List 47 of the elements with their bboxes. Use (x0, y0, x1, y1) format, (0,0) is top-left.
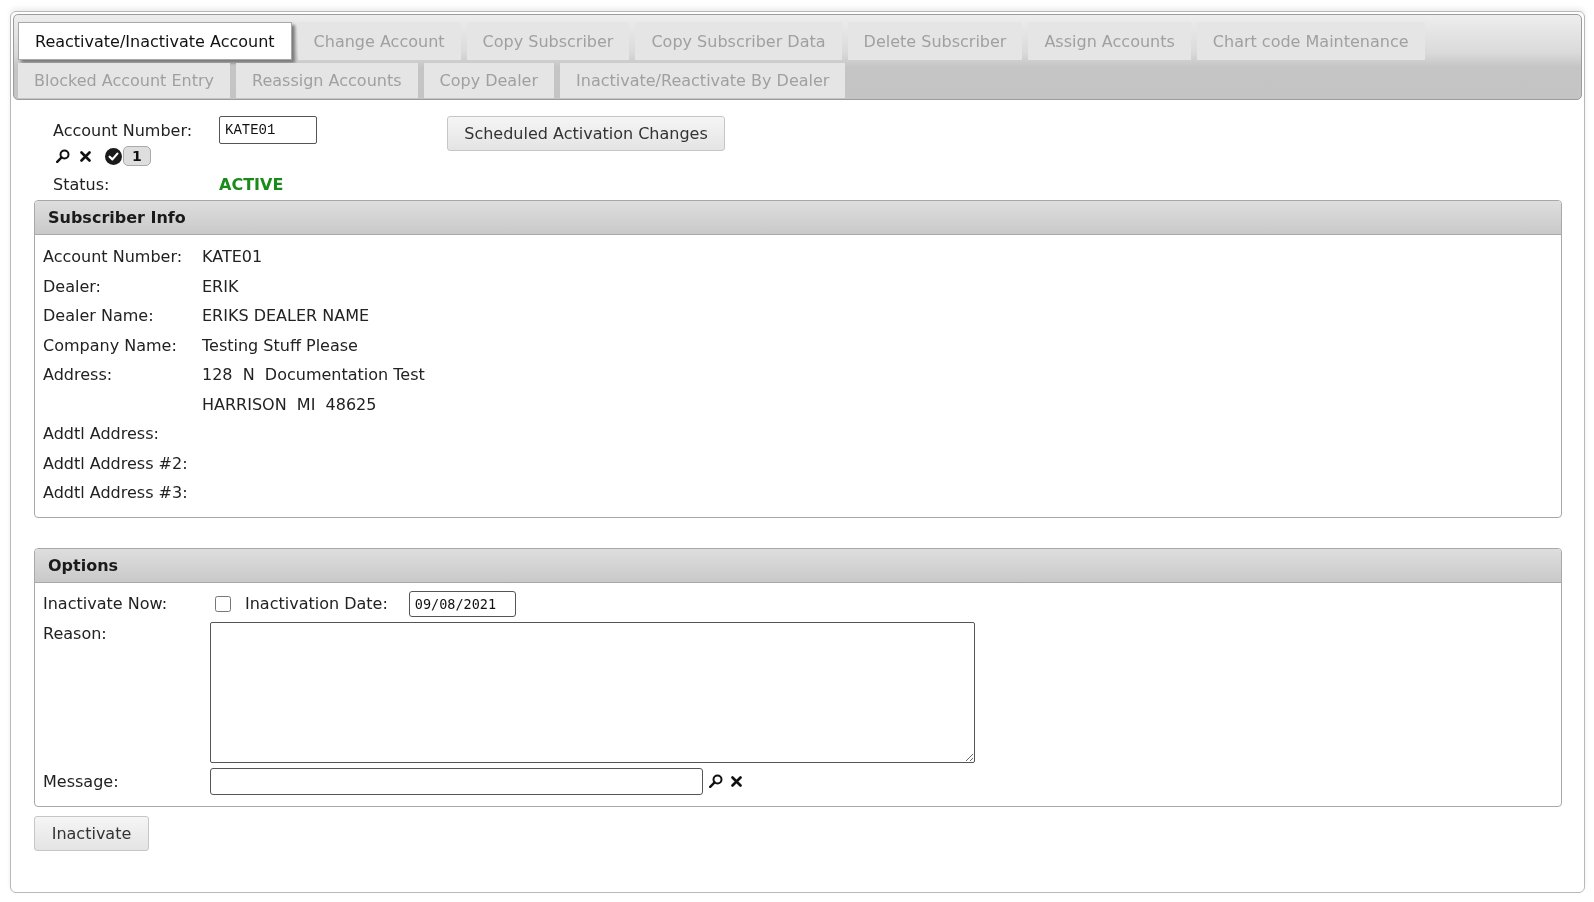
clear-icon[interactable] (731, 775, 742, 787)
status-value: ACTIVE (219, 174, 284, 194)
field-label: Inactivation Date: (245, 594, 388, 613)
panel-title: Subscriber Info (35, 201, 1561, 235)
field-value: KATE01 (202, 247, 263, 267)
tab[interactable]: Chart code Maintenance (1196, 22, 1425, 60)
panel-title: Options (35, 548, 1561, 583)
account-number-input[interactable]: KATE01 (219, 116, 317, 144)
field-label: Addtl Address: (43, 424, 159, 444)
tab[interactable]: Blocked Account Entry (18, 63, 231, 98)
field-label: Account Number: (53, 120, 194, 140)
message-input[interactable] (210, 767, 703, 795)
field-label: Addtl Address #3: (43, 483, 188, 503)
check-circle-icon[interactable] (105, 147, 122, 165)
inactivate-button[interactable]: Inactivate (34, 815, 149, 851)
field-label: Address: (43, 365, 113, 385)
reason-field[interactable] (210, 621, 975, 763)
field-label: Status: (53, 174, 111, 194)
field-label: Dealer: (43, 276, 101, 296)
field-value: 128 N Documentation Test (202, 365, 425, 385)
field-value: ERIKS DEALER NAME (202, 306, 370, 326)
field-label: Message: (43, 771, 120, 791)
field-label: Account Number: (43, 247, 183, 267)
tab[interactable]: Copy Subscriber (466, 22, 630, 60)
tab[interactable]: Copy Subscriber Data (635, 22, 842, 60)
count-badge: 1 (123, 146, 151, 166)
tab[interactable]: Reactivate/Inactivate Account (18, 22, 292, 60)
search-icon[interactable] (709, 774, 723, 788)
scheduled-changes-button[interactable]: Scheduled Activation Changes (447, 116, 725, 151)
search-icon[interactable] (56, 149, 70, 163)
tab[interactable]: Reassign Accounts (236, 63, 418, 98)
field-value: HARRISON MI 48625 (202, 394, 377, 414)
tab[interactable]: Copy Dealer (423, 63, 555, 98)
tab[interactable]: Assign Accounts (1028, 22, 1191, 60)
field-value: ERIK (202, 276, 239, 296)
date-input[interactable]: 09/08/2021 (408, 590, 516, 617)
field-label: Company Name: (43, 335, 177, 355)
tab[interactable]: Delete Subscriber (847, 22, 1023, 60)
tab[interactable]: Change Account (297, 22, 461, 60)
clear-icon[interactable] (80, 150, 91, 162)
field-label: Inactivate Now: (43, 594, 168, 613)
field-value: Testing Stuff Please (202, 335, 358, 355)
tab[interactable]: Inactivate/Reactivate By Dealer (560, 63, 846, 98)
field-label: Dealer Name: (43, 306, 154, 326)
inactivate-now-checkbox[interactable] (215, 595, 231, 612)
field-label: Addtl Address #2: (43, 453, 188, 473)
field-label: Reason: (43, 622, 108, 643)
